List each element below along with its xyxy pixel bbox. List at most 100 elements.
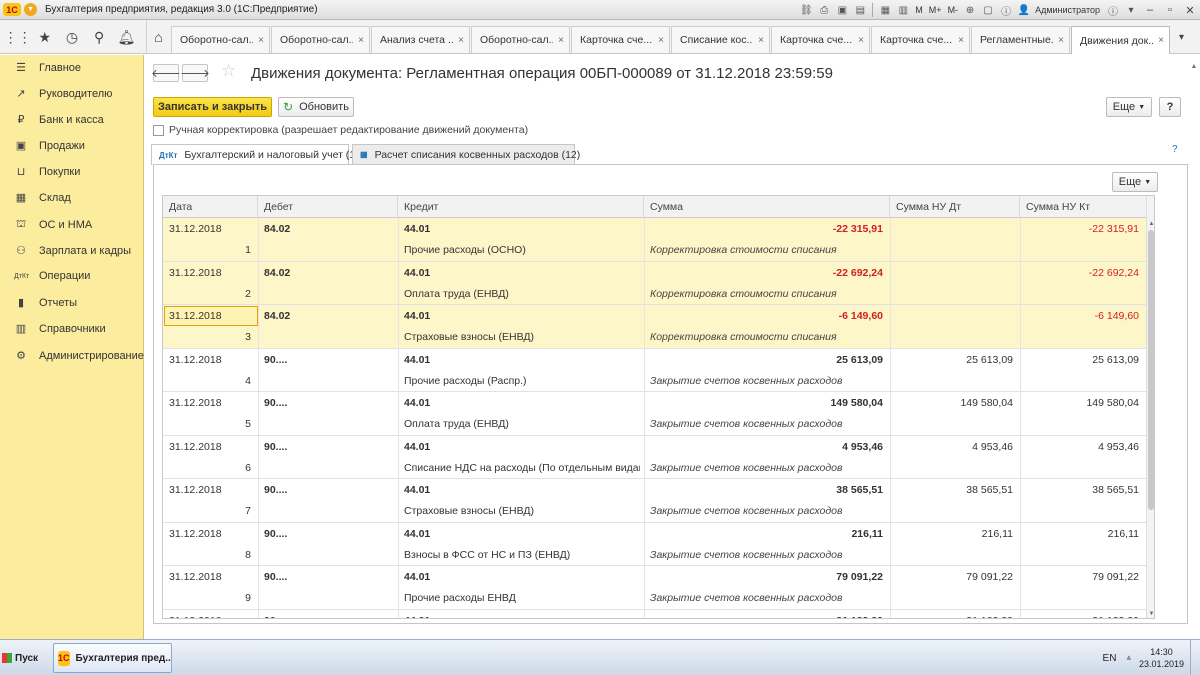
column-header-credit[interactable]: Кредит <box>398 196 644 218</box>
table-row[interactable]: 31.12.2018 8 90.... 44.01 Взносы в ФСС от НС… <box>163 522 1146 566</box>
sidebar-item-catalogs[interactable]: ▥ Справочники <box>14 322 106 336</box>
taskbar-app-button[interactable]: 1С Бухгалтерия пред... <box>53 643 172 673</box>
more-button[interactable]: Еще ▼ <box>1106 97 1152 117</box>
column-header-debit[interactable]: Дебет <box>258 196 398 218</box>
sidebar-item-operations[interactable]: ДтКт Операции <box>14 270 90 282</box>
table-scrollbar[interactable]: ▲ ▼ <box>1146 196 1154 618</box>
tabs-dropdown-icon[interactable]: ▾ <box>1179 32 1184 43</box>
close-tab-icon[interactable]: × <box>453 35 469 46</box>
close-tab-icon[interactable]: × <box>353 35 369 46</box>
calculator-icon[interactable]: ▥ <box>895 2 911 18</box>
table-row[interactable]: 31.12.2018 5 90.... 44.01 Оплата труда (ЕНВД… <box>163 392 1146 436</box>
table-row[interactable]: 31.12.2018 1 84.02 44.01 Прочие расходы (ОСН… <box>163 218 1146 262</box>
save-icon[interactable]: ▣ <box>834 2 850 18</box>
tab[interactable]: Оборотно-сал... × <box>471 26 570 53</box>
favorites-star-icon[interactable]: ★ <box>34 26 56 48</box>
scroll-up-icon[interactable]: ▲ <box>1189 63 1199 75</box>
close-tab-icon[interactable]: × <box>1053 35 1069 46</box>
screen-icon[interactable]: ▢ <box>980 2 996 18</box>
close-button[interactable]: ✕ <box>1180 2 1200 18</box>
sidebar-item-reports[interactable]: ▮ Отчеты <box>14 296 77 310</box>
tab[interactable]: Карточка сче... × <box>871 26 970 53</box>
help-button[interactable]: ? <box>1159 97 1181 117</box>
zoom-icon[interactable]: ⊕ <box>962 2 978 18</box>
maximize-button[interactable]: ▫ <box>1160 2 1180 18</box>
close-tab-icon[interactable]: × <box>1153 35 1169 46</box>
search-icon[interactable]: ⚲ <box>88 26 110 48</box>
column-header-sum[interactable]: Сумма <box>644 196 890 218</box>
sidebar-item-sales[interactable]: ▣ Продажи <box>14 139 85 153</box>
tab[interactable]: Анализ счета ... × <box>371 26 470 53</box>
manual-correction-checkbox[interactable] <box>153 124 164 136</box>
tab[interactable]: Оборотно-сал... × <box>171 26 270 53</box>
bell-icon[interactable]: 🔔︎ <box>115 26 137 48</box>
close-tab-icon[interactable]: × <box>753 35 769 46</box>
tab-active[interactable]: Движения док... × <box>1071 26 1170 54</box>
close-tab-icon[interactable]: × <box>553 35 569 46</box>
link-icon[interactable]: ⛓ <box>798 2 814 18</box>
close-tab-icon[interactable]: × <box>953 35 969 46</box>
tab[interactable]: Оборотно-сал... × <box>271 26 370 53</box>
sidebar-item-assets[interactable]: ⛫ ОС и НМА <box>14 218 92 232</box>
tray-expand-icon[interactable]: ⩓ <box>1126 653 1131 663</box>
dropdown-icon[interactable]: ▾ <box>1123 2 1139 18</box>
tab[interactable]: Карточка сче... × <box>571 26 670 53</box>
clock[interactable]: 14:30 23.01.2019 <box>1139 646 1184 670</box>
help-link-icon[interactable]: ? <box>1172 144 1178 155</box>
sidebar-item-bank[interactable]: ₽ Банк и касса <box>14 113 104 127</box>
manual-correction-label[interactable]: Ручная корректировка (разрешает редактир… <box>169 124 528 136</box>
column-header-date[interactable]: Дата <box>163 196 258 218</box>
close-tab-icon[interactable]: × <box>853 35 869 46</box>
sidebar-item-admin[interactable]: ⚙ Администрирование <box>14 349 144 363</box>
tab-accounting[interactable]: ДтКт Бухгалтерский и налоговый учет (16) <box>151 144 364 165</box>
tab[interactable]: Списание кос... × <box>671 26 770 53</box>
memory-minus-button[interactable]: M- <box>946 2 961 18</box>
cell-content: Закрытие счетов косвенных расходов <box>650 418 843 430</box>
table-row[interactable]: 31.12.2018 6 90.... 44.01 Списание НДС на ра… <box>163 435 1146 479</box>
tab[interactable]: Регламентные... × <box>971 26 1070 53</box>
save-and-close-button[interactable]: Записать и закрыть <box>153 97 272 117</box>
back-button[interactable]: 🡐 <box>151 64 181 82</box>
sidebar-item-main[interactable]: ☰ Главное <box>14 61 81 75</box>
column-header-tax-credit[interactable]: Сумма НУ Кт <box>1020 196 1146 218</box>
table-row[interactable]: 31.12.2018 90.... 44.01 31 122,39 31 122,39 3… <box>163 609 1146 618</box>
info-circle-icon[interactable]: ⓘ <box>1105 2 1121 18</box>
grid-icon[interactable]: ⋮⋮ <box>4 26 32 48</box>
table-row[interactable]: 31.12.2018 4 90.... 44.01 Прочие расходы (Ра… <box>163 348 1146 392</box>
close-tab-icon[interactable]: × <box>253 35 269 46</box>
sidebar-item-manager[interactable]: ↗ Руководителю <box>14 87 112 101</box>
table-row[interactable]: 31.12.2018 2 84.02 44.01 Оплата труда (ЕНВД)… <box>163 261 1146 305</box>
scrollbar-thumb[interactable] <box>1148 230 1154 510</box>
favorite-star-icon[interactable]: ☆ <box>221 61 236 81</box>
history-icon[interactable]: ▤ <box>852 2 868 18</box>
language-indicator[interactable]: EN <box>1103 653 1117 664</box>
memory-plus-button[interactable]: M+ <box>927 2 944 18</box>
main-menu-icon[interactable]: ▼ <box>24 3 37 16</box>
tab[interactable]: Карточка сче... × <box>771 26 870 53</box>
info-icon[interactable]: ⓘ <box>998 2 1014 18</box>
scroll-up-arrow-icon[interactable]: ▲ <box>1147 220 1154 228</box>
show-desktop-button[interactable] <box>1190 640 1200 675</box>
table-row[interactable]: 31.12.2018 9 90.... 44.01 Прочие расходы ЕНВ… <box>163 566 1146 610</box>
column-header-tax-debit[interactable]: Сумма НУ Дт <box>890 196 1020 218</box>
minimize-button[interactable]: – <box>1140 2 1160 18</box>
forward-button[interactable]: 🡒 <box>180 64 210 82</box>
user-name[interactable]: Администратор <box>1035 5 1100 15</box>
home-icon[interactable]: ⌂ <box>146 20 170 54</box>
print-icon[interactable]: ⎙ <box>816 2 832 18</box>
close-tab-icon[interactable]: × <box>653 35 669 46</box>
app-logo-icon[interactable]: 1С <box>3 3 21 16</box>
table-row[interactable]: 31.12.2018 7 90.... 44.01 Страховые взносы (… <box>163 479 1146 523</box>
sidebar-item-purchases[interactable]: ⊔ Покупки <box>14 165 81 179</box>
sidebar-item-salary[interactable]: ⚇ Зарплата и кадры <box>14 244 131 258</box>
start-button[interactable]: Пуск <box>2 646 42 670</box>
tab-indirect-costs[interactable]: ▦ Расчет списания косвенных расходов (12) <box>352 144 580 164</box>
calendar-icon[interactable]: ▦ <box>877 2 893 18</box>
sidebar-item-warehouse[interactable]: ▦ Склад <box>14 191 71 205</box>
refresh-button[interactable]: ↻ Обновить <box>278 97 354 117</box>
memory-button[interactable]: M <box>913 2 925 18</box>
table-row[interactable]: 31.12.2018 3 84.02 44.01 Страховые взносы (Е… <box>163 305 1146 349</box>
history-clock-icon[interactable]: ◷ <box>61 26 83 48</box>
scroll-down-arrow-icon[interactable]: ▼ <box>1147 610 1154 618</box>
table-more-button[interactable]: Еще ▼ <box>1112 172 1158 192</box>
